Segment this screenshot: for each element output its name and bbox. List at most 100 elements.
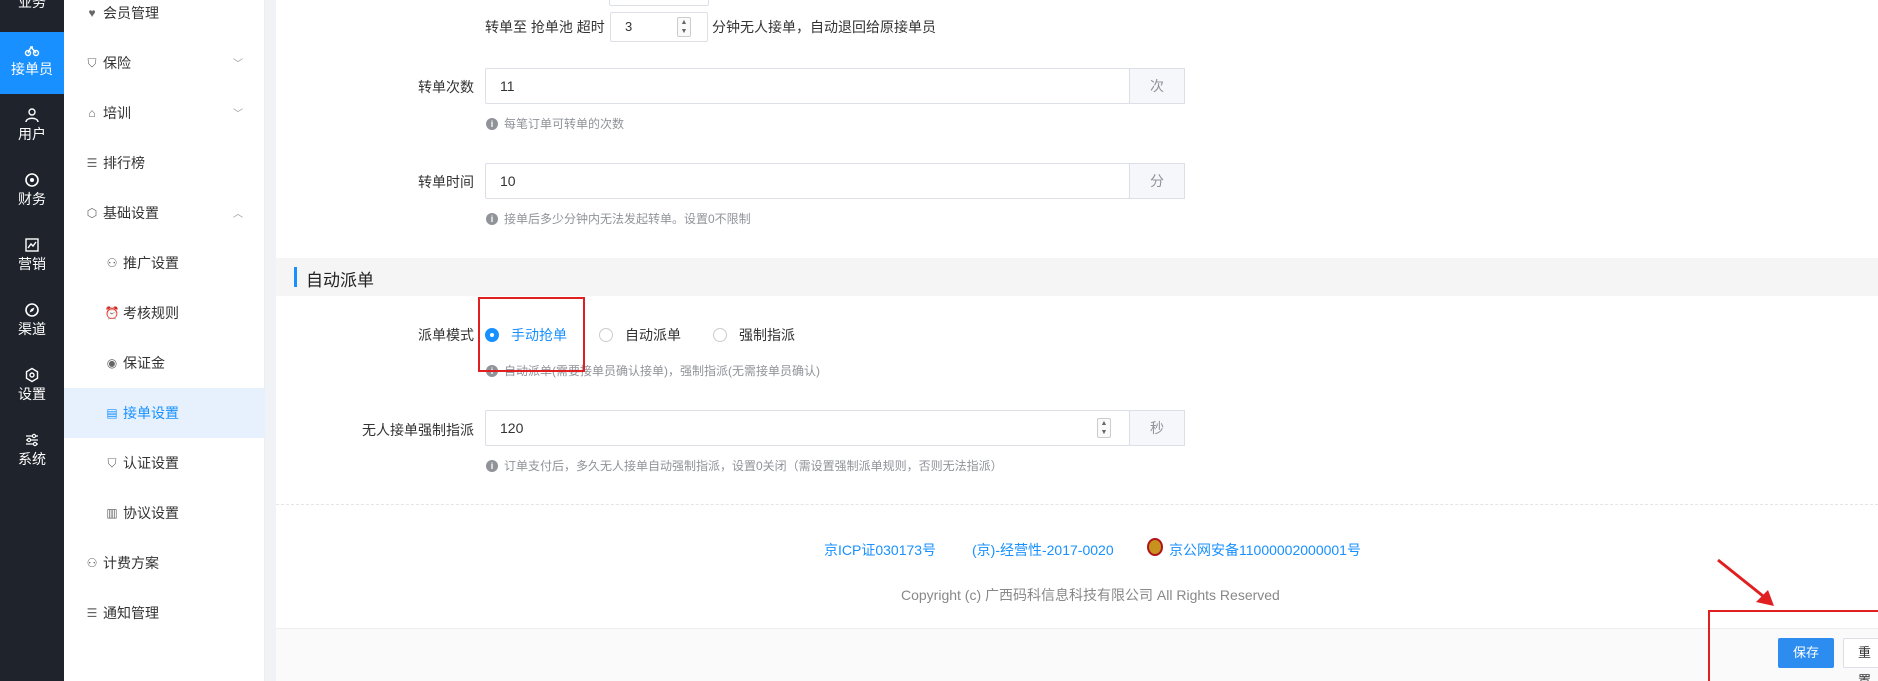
sidebar-item-label: 推广设置 [123,255,179,271]
hint-text: 订单支付后，多久无人接单自动强制指派，设置0关闭（需设置强制派单规则，否则无法指… [504,459,1003,473]
user-icon [25,108,39,123]
coin-icon: ◉ [106,356,118,370]
sidebar-item-insurance[interactable]: ⛉ 保险 ﹀ [64,38,265,88]
user-cog-icon: ⚇ [86,556,98,570]
section-marker [294,267,297,287]
sidebar: ♥ 会员管理 ⛉ 保险 ﹀ ⌂ 培训 ﹀ ☰ 排行榜 ⬡ 基础设置 ︿ ⚇ 推广… [64,0,265,681]
radio-force-assign[interactable]: 强制指派 [713,325,795,345]
transfer-count-input[interactable]: 11 [485,68,1130,104]
footer-license-link[interactable]: (京)-经营性-2017-0020 [972,540,1114,560]
hint-text: 接单后多少分钟内无法发起转单。设置0不限制 [504,212,751,226]
force-assign-hint: i 订单支付后，多久无人接单自动强制指派，设置0关闭（需设置强制派单规则，否则无… [486,457,1003,474]
annotation-arrow-icon [1717,558,1774,606]
sliders-icon [26,433,38,447]
sidebar-item-deposit[interactable]: ◉ 保证金 [64,338,265,388]
rail-item-finance[interactable]: 财务 [0,162,64,224]
footer-police-link[interactable]: 京公网安备11000002000001号 [1169,540,1361,560]
bike-icon [24,45,40,57]
vip-icon: ♥ [88,6,96,20]
action-bar [276,628,1878,681]
force-assign-input[interactable]: 120 [485,410,1130,446]
rail-item-business[interactable]: 业务 [0,0,64,12]
sidebar-item-label: 通知管理 [103,605,159,621]
radio-dot [713,328,727,342]
section-header: 自动派单 [276,258,1878,296]
compass-icon [25,303,39,317]
sidebar-item-label: 协议设置 [123,505,179,521]
sidebar-item-basic-settings[interactable]: ⬡ 基础设置 ︿ [64,188,265,238]
sidebar-item-pricing[interactable]: ⚇ 计费方案 [64,538,265,588]
radio-dot [599,328,613,342]
sidebar-item-label: 考核规则 [123,305,179,321]
rail-item-settings[interactable]: 设置 [0,357,64,419]
sidebar-item-order-settings[interactable]: ▤ 接单设置 [64,388,265,438]
chevron-down-icon: ﹀ [233,59,243,70]
rail-label: 用户 [18,126,46,142]
book-icon: ▥ [106,506,118,520]
force-assign-unit: 秒 [1129,410,1185,446]
info-icon: i [486,212,498,225]
annotation-box-radio [478,297,585,372]
chart-icon [25,238,39,252]
chevron-down-icon: ﹀ [233,109,243,120]
hexagon-gear-icon: ⬡ [86,206,98,220]
transfer-pool-timeout-input[interactable]: 3 [610,12,708,42]
top-clipped-input[interactable] [609,0,709,6]
list-icon: ☰ [86,606,98,620]
police-badge-icon [1147,538,1163,556]
stepper-icon[interactable]: ▲ ▼ [1097,418,1111,438]
rail-item-marketing[interactable]: 营销 [0,227,64,289]
rail-label: 营销 [18,256,46,272]
section-title: 自动派单 [306,271,374,290]
transfer-time-label: 转单时间 [418,174,474,190]
rail-label: 渠道 [18,321,46,337]
footer-icp-link[interactable]: 京ICP证030173号 [824,540,936,560]
shield-check-icon: ⛉ [107,455,117,470]
transfer-count-label: 转单次数 [418,79,474,95]
money-icon [25,173,39,187]
rail-item-courier[interactable]: 接单员 [0,32,64,94]
transfer-count-unit: 次 [1129,68,1185,104]
gear-icon [25,367,39,383]
app-rail: 业务 接单员 用户 财务 营销 渠道 设置 系统 [0,0,64,681]
rail-item-user[interactable]: 用户 [0,97,64,159]
sidebar-item-member[interactable]: ♥ 会员管理 [64,0,265,38]
rail-item-system[interactable]: 系统 [0,422,64,484]
sidebar-item-notification[interactable]: ☰ 通知管理 [64,588,265,638]
sidebar-item-label: 接单设置 [123,405,179,421]
divider [276,504,1878,505]
info-icon: i [486,117,498,130]
transfer-time-unit: 分 [1129,163,1185,199]
rail-label: 财务 [18,191,46,207]
user-plus-icon: ⚇ [106,256,118,270]
transfer-count-hint: i 每笔订单可转单的次数 [486,115,624,132]
stepper-icon[interactable]: ▲ ▼ [677,17,691,37]
transfer-time-input[interactable]: 10 [485,163,1130,199]
sidebar-item-label: 计费方案 [103,555,159,571]
footer-copyright: Copyright (c) 广西码科信息科技有限公司 All Rights Re… [901,587,1280,603]
sidebar-item-certification[interactable]: ⛉ 认证设置 [64,438,265,488]
transfer-pool-prefix: 转单至 抢单池 超时 [485,19,605,35]
dispatch-mode-label: 派单模式 [418,327,474,343]
list-icon: ☰ [86,156,98,170]
sidebar-item-assessment[interactable]: ⏰ 考核规则 [64,288,265,338]
rail-label: 接单员 [11,61,53,77]
force-assign-label: 无人接单强制指派 [362,422,474,438]
radio-label: 自动派单 [625,327,681,343]
sidebar-item-promotion[interactable]: ⚇ 推广设置 [64,238,265,288]
alarm-icon: ⏰ [104,306,120,320]
sidebar-item-training[interactable]: ⌂ 培训 ﹀ [64,88,265,138]
sidebar-item-agreement[interactable]: ▥ 协议设置 [64,488,265,538]
sidebar-item-label: 排行榜 [103,155,145,171]
sidebar-item-label: 认证设置 [123,455,179,471]
sidebar-item-label: 会员管理 [103,5,159,21]
training-icon: ⌂ [88,106,96,120]
sidebar-item-ranking[interactable]: ☰ 排行榜 [64,138,265,188]
sidebar-item-label: 保证金 [123,355,165,371]
shield-icon: ⛉ [87,55,97,70]
rail-item-channel[interactable]: 渠道 [0,292,64,354]
annotation-box-save [1708,610,1878,681]
sidebar-item-label: 保险 [103,55,131,71]
radio-label: 强制指派 [739,327,795,343]
radio-auto-dispatch[interactable]: 自动派单 [599,325,681,345]
